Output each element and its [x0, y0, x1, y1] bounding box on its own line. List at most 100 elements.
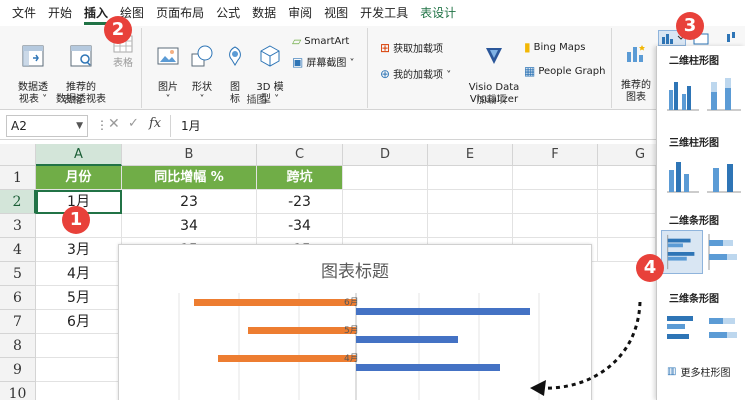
column-header-f[interactable]: F: [513, 144, 598, 166]
chart-bar-1-3[interactable]: [218, 355, 356, 362]
people-graph-button[interactable]: ▦ People Graph: [524, 64, 605, 78]
column-header-d[interactable]: D: [343, 144, 428, 166]
tab-data[interactable]: 数据: [246, 0, 282, 26]
people-graph-label: People Graph: [538, 65, 606, 77]
cell-f2[interactable]: [513, 190, 598, 214]
name-box[interactable]: A2 ▼: [6, 115, 88, 137]
cell-c2[interactable]: -23: [257, 190, 343, 214]
group-addins-label: 加载项: [476, 95, 507, 106]
3d-stacked-bar-option[interactable]: [703, 308, 745, 352]
get-addins-button[interactable]: ⊞ 获取加载项: [380, 40, 443, 56]
chart-bar-2-1[interactable]: [356, 308, 530, 315]
bing-maps-button[interactable]: ▮ Bing Maps: [524, 40, 585, 54]
cell-g3[interactable]: [598, 214, 656, 238]
bing-maps-label: Bing Maps: [533, 41, 586, 53]
smartart-icon: ▱: [292, 34, 302, 48]
cell-e3[interactable]: [428, 214, 513, 238]
column-header-g[interactable]: G: [598, 144, 656, 166]
cell-d3[interactable]: [343, 214, 428, 238]
excel-window: 文件 开始 插入 绘图 页面布局 公式 数据 审阅 视图 开发工具 表设计 数据…: [0, 0, 745, 400]
tab-view[interactable]: 视图: [318, 0, 354, 26]
smartart-button[interactable]: ▱ SmartArt: [292, 34, 349, 48]
tab-home[interactable]: 开始: [42, 0, 78, 26]
3d-stacked-column-option[interactable]: [703, 152, 745, 196]
cell-c3[interactable]: -34: [257, 214, 343, 238]
select-all-corner[interactable]: [0, 144, 36, 166]
cell-b3[interactable]: 34: [122, 214, 257, 238]
cell-a5[interactable]: 4月: [36, 262, 122, 286]
tab-table-design[interactable]: 表设计: [414, 0, 462, 26]
cell-a8[interactable]: [36, 334, 122, 358]
cell-a9[interactable]: [36, 358, 122, 382]
waterfall-chart-icon[interactable]: [724, 30, 742, 46]
enter-icon[interactable]: ✓: [128, 116, 139, 131]
header-cell-month[interactable]: 月份: [36, 166, 122, 190]
clustered-bar-option[interactable]: [661, 230, 703, 274]
column-header-b[interactable]: B: [122, 144, 257, 166]
insert-function-icon[interactable]: fx: [149, 116, 161, 131]
recommended-charts-button[interactable]: 推荐的 图表: [618, 30, 654, 104]
screenshot-button[interactable]: ▣ 屏幕截图 ˅: [292, 54, 355, 70]
cell-e1[interactable]: [428, 166, 513, 190]
my-addins-button[interactable]: ⊕ 我的加载项 ˅: [380, 66, 451, 82]
cell-d2[interactable]: [343, 190, 428, 214]
cell-a4[interactable]: 3月: [36, 238, 122, 262]
group-illustrations-label: 插图: [246, 95, 267, 106]
chevron-down-icon[interactable]: ▼: [76, 116, 83, 136]
cancel-icon[interactable]: ✕: [108, 116, 120, 132]
column-bar-chart-dropdown: 二维柱形图 三维柱形图 二维条形图 三维条形图 ▥ 更多柱形图: [656, 46, 745, 400]
stacked-bar-option[interactable]: [703, 230, 745, 274]
cell-a10[interactable]: [36, 382, 122, 400]
formula-input[interactable]: 1月: [170, 115, 656, 137]
cell-g2[interactable]: [598, 190, 656, 214]
3d-clustered-column-option[interactable]: [661, 152, 703, 196]
clustered-column-option[interactable]: [661, 70, 703, 114]
chart-category-label-2: 5月: [344, 325, 359, 336]
column-header-a[interactable]: A: [36, 144, 122, 166]
column-header-e[interactable]: E: [428, 144, 513, 166]
cell-f1[interactable]: [513, 166, 598, 190]
recommended-pivot-icon: [70, 45, 92, 67]
dashed-arrow-annotation: [530, 301, 642, 396]
row-header-4[interactable]: 4: [0, 238, 36, 262]
chart-bar-1-1[interactable]: [194, 299, 356, 306]
cell-e2[interactable]: [428, 190, 513, 214]
cell-a6[interactable]: 5月: [36, 286, 122, 310]
step-badge-1: 1: [62, 206, 90, 234]
3d-clustered-bar-option[interactable]: [661, 308, 703, 352]
stacked-column-option[interactable]: [703, 70, 745, 114]
chart-bar-2-3[interactable]: [356, 364, 500, 371]
tab-developer[interactable]: 开发工具: [354, 0, 414, 26]
formula-separator: ⋮: [96, 118, 108, 132]
header-cell-helper[interactable]: 跨坑: [257, 166, 343, 190]
cell-d1[interactable]: [343, 166, 428, 190]
cell-b2[interactable]: 23: [122, 190, 257, 214]
tab-formulas[interactable]: 公式: [210, 0, 246, 26]
name-box-value: A2: [11, 119, 27, 133]
row-header-5[interactable]: 5: [0, 262, 36, 286]
row-header-10[interactable]: 10: [0, 382, 36, 400]
step-badge-3: 3: [676, 12, 704, 40]
row-header-1[interactable]: 1: [0, 166, 36, 190]
row-header-6[interactable]: 6: [0, 286, 36, 310]
chart-bar-1-2[interactable]: [248, 327, 356, 334]
tab-file[interactable]: 文件: [6, 0, 42, 26]
tab-review[interactable]: 审阅: [282, 0, 318, 26]
more-column-charts-link[interactable]: ▥ 更多柱形图: [667, 364, 730, 379]
chart-title[interactable]: 图表标题: [119, 257, 591, 282]
clustered-bar-icon: [667, 234, 695, 270]
group-addins: ⊞ 获取加载项 ⊕ 我的加载项 ˅ Visio Data Visualizer …: [372, 28, 612, 108]
tab-page-layout[interactable]: 页面布局: [150, 0, 210, 26]
cell-f3[interactable]: [513, 214, 598, 238]
column-header-c[interactable]: C: [257, 144, 343, 166]
cell-a7[interactable]: 6月: [36, 310, 122, 334]
row-header-3[interactable]: 3: [0, 214, 36, 238]
formula-bar: A2 ▼ ⋮ ✕ ✓ fx 1月: [0, 112, 656, 140]
row-header-8[interactable]: 8: [0, 334, 36, 358]
chart-bar-2-2[interactable]: [356, 336, 458, 343]
row-header-7[interactable]: 7: [0, 310, 36, 334]
cell-g1[interactable]: [598, 166, 656, 190]
header-cell-growth[interactable]: 同比增幅 %: [122, 166, 257, 190]
row-header-9[interactable]: 9: [0, 358, 36, 382]
row-header-2[interactable]: 2: [0, 190, 36, 214]
